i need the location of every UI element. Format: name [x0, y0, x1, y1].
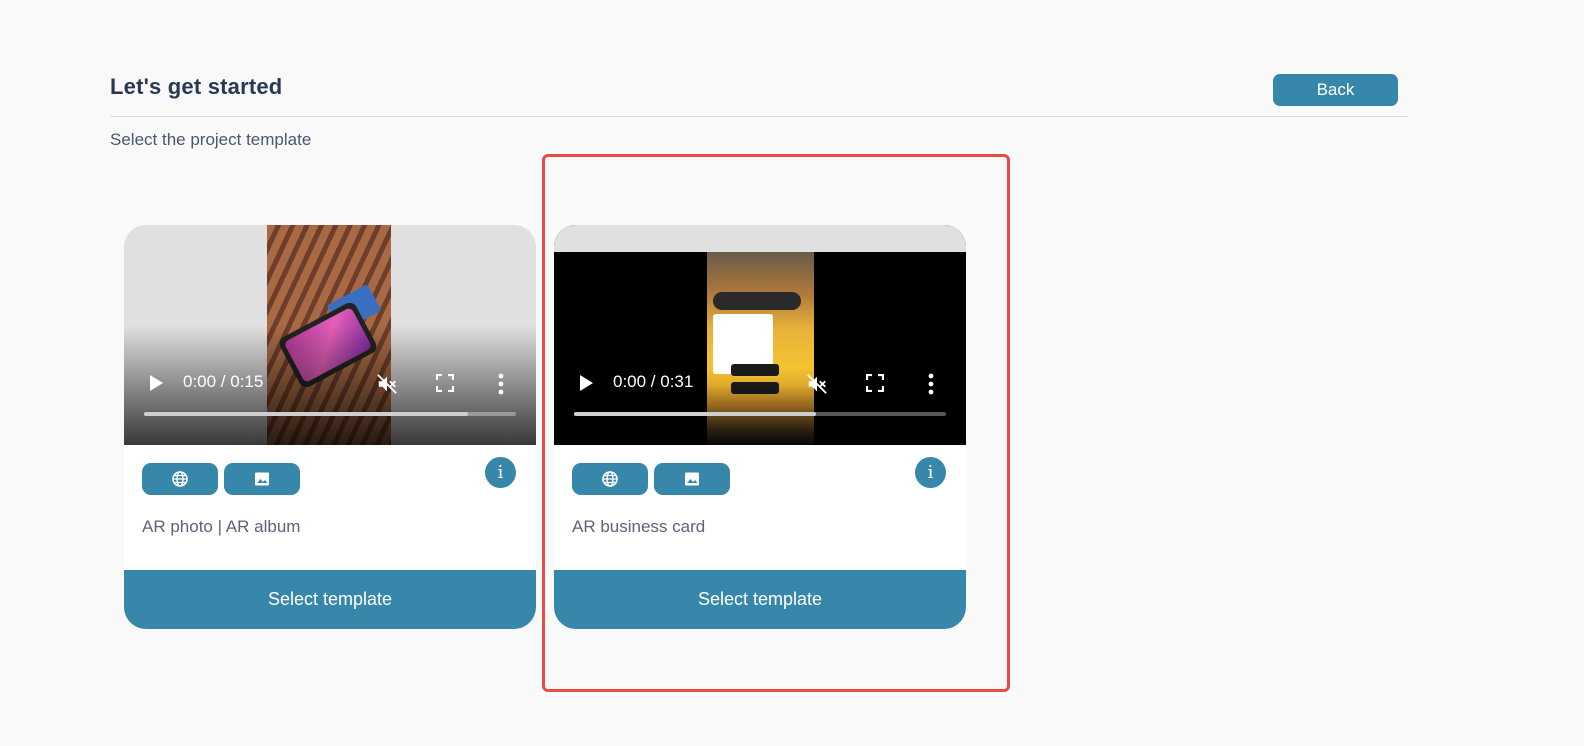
web-ar-tag-button[interactable]	[142, 463, 218, 495]
template-name: AR photo | AR album	[142, 517, 301, 536]
page-subtitle: Select the project template	[110, 130, 312, 149]
select-template-button[interactable]: Select template	[124, 570, 536, 629]
play-icon[interactable]	[150, 375, 163, 391]
video-progress-bar[interactable]	[144, 412, 516, 416]
template-video[interactable]: 0:00 / 0:15	[124, 225, 536, 445]
template-card-ar-photo: 0:00 / 0:15 i AR photo | AR album Select…	[124, 225, 536, 629]
mute-icon[interactable]	[376, 373, 398, 395]
back-button[interactable]: Back	[1273, 74, 1398, 106]
image-tag-button[interactable]	[224, 463, 300, 495]
more-options-icon[interactable]	[498, 373, 504, 395]
selection-highlight	[542, 154, 1010, 692]
divider	[110, 116, 1408, 117]
info-icon[interactable]: i	[485, 457, 516, 488]
page-title: Let's get started	[110, 74, 283, 99]
fullscreen-icon[interactable]	[436, 374, 454, 392]
video-progress-fill	[144, 412, 468, 416]
image-icon	[255, 472, 269, 486]
video-time: 0:00 / 0:15	[183, 372, 264, 391]
video-controls: 0:00 / 0:15	[124, 365, 536, 405]
globe-icon	[172, 471, 188, 487]
